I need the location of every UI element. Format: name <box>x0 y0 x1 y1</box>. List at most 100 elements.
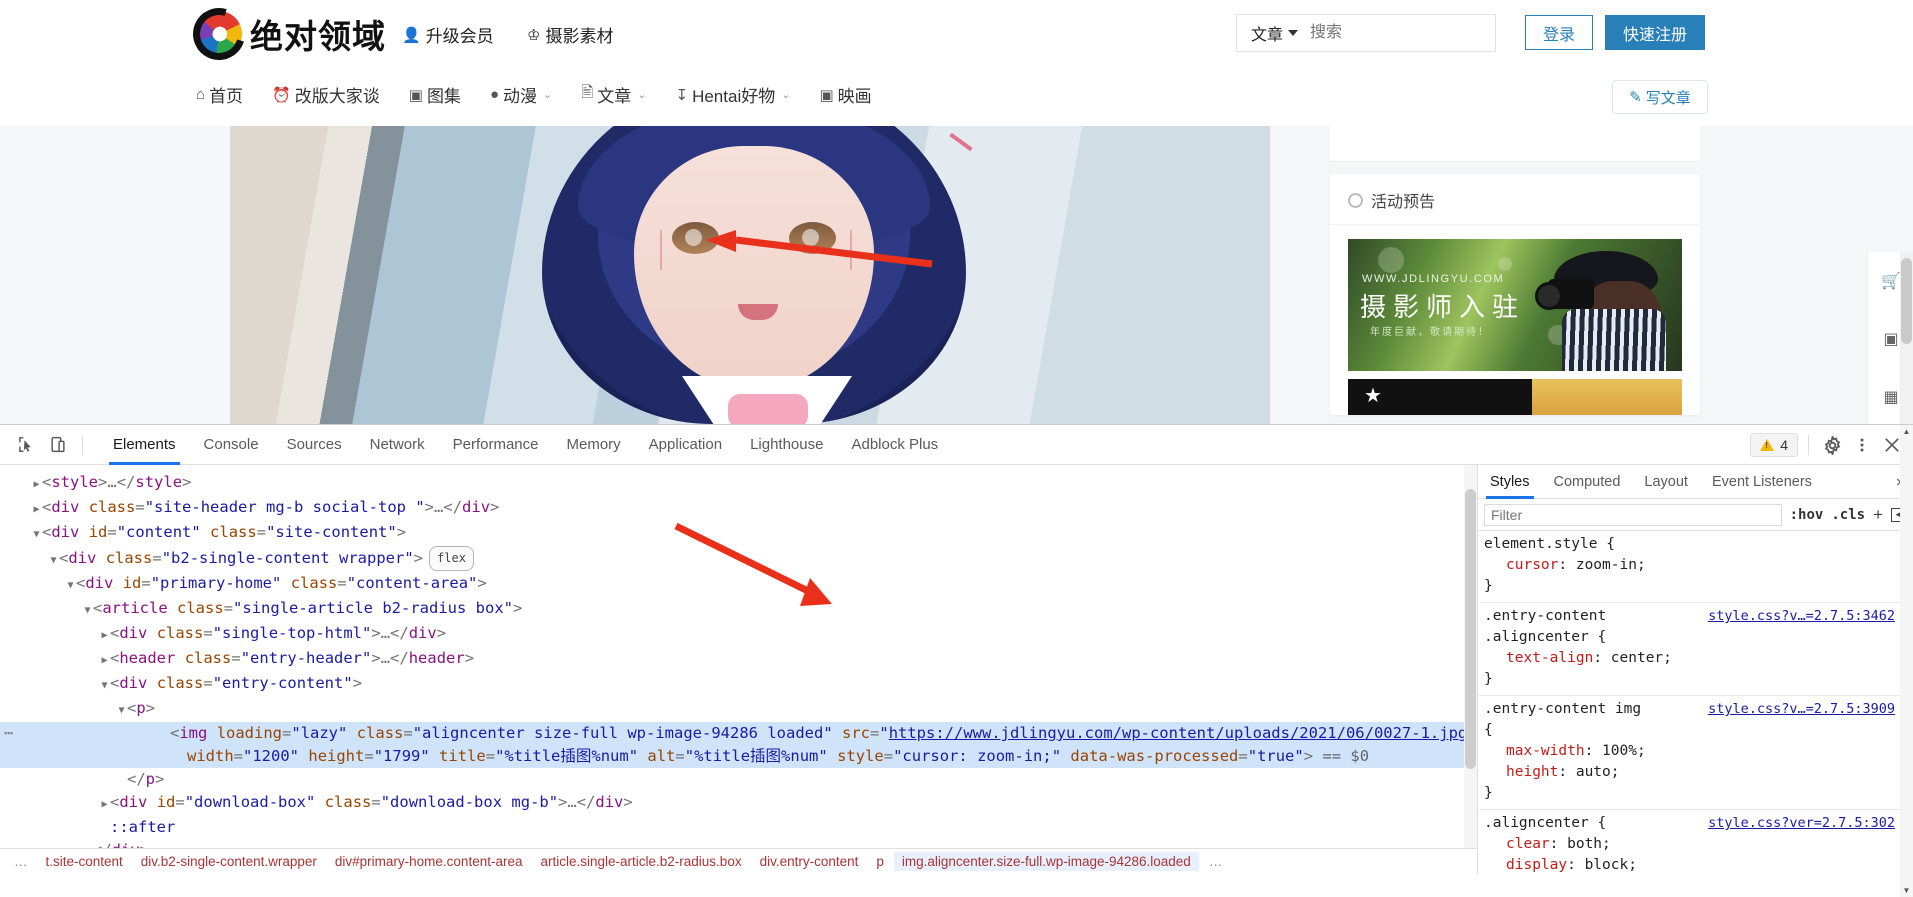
style-rule-selector[interactable]: { <box>1484 720 1913 741</box>
dom-node-row[interactable]: ▶ <div id="download-box" class="download-… <box>0 791 1477 816</box>
dom-node-row[interactable]: ::after <box>0 816 1477 839</box>
styles-scroll-up-icon[interactable]: ▲ <box>1900 425 1913 438</box>
breadcrumb-item[interactable]: div.entry-content <box>752 852 867 871</box>
style-declaration[interactable]: display: block; <box>1484 855 1913 874</box>
page-scrollbar-thumb[interactable] <box>1901 258 1912 344</box>
tab-computed[interactable]: Computed <box>1542 465 1633 499</box>
twisty-icon[interactable]: ▼ <box>82 599 93 622</box>
tab-sources[interactable]: Sources <box>273 425 356 465</box>
dom-node-row[interactable]: ▼ <div class="entry-content"> <box>0 672 1477 697</box>
style-declaration[interactable]: height: auto; <box>1484 762 1913 783</box>
twisty-icon[interactable]: ▼ <box>31 523 42 546</box>
selected-dom-node[interactable]: ⋯ <img loading="lazy" class="aligncenter … <box>0 722 1477 745</box>
breadcrumb-item[interactable]: div#primary-home.content-area <box>327 852 531 871</box>
dom-node-row[interactable]: ▶ <header class="entry-header">…</header> <box>0 647 1477 672</box>
tab-elements[interactable]: Elements <box>99 425 190 465</box>
dom-node-row[interactable]: </p> <box>0 768 1477 791</box>
styles-rules-list[interactable]: element.style {cursor: zoom-in;} .entry-c… <box>1478 531 1913 874</box>
style-declaration[interactable]: clear: both; <box>1484 834 1913 855</box>
dom-tree[interactable]: ▶ <style>…</style> ▶ <div class="site-heade… <box>0 465 1477 874</box>
toggle-hover-state-button[interactable]: :hov <box>1790 507 1824 523</box>
tab-layout[interactable]: Layout <box>1632 465 1700 499</box>
style-rule[interactable]: .aligncenter {style.css?ver=2.7.5:302 cle… <box>1478 810 1913 874</box>
device-toolbar-icon[interactable] <box>44 432 70 458</box>
dom-node-row[interactable]: ▼ <p> <box>0 697 1477 722</box>
selected-dom-node-attrs[interactable]: width="1200" height="1799" title="%title… <box>0 745 1477 768</box>
tab-application[interactable]: Application <box>635 425 736 465</box>
login-button[interactable]: 登录 <box>1525 15 1593 50</box>
inspect-element-icon[interactable] <box>12 432 38 458</box>
style-declaration[interactable]: max-width: 100%; <box>1484 741 1913 762</box>
warning-count-badge[interactable]: 4 <box>1750 433 1798 457</box>
breadcrumb-item[interactable]: div.b2-single-content.wrapper <box>133 852 325 871</box>
twisty-icon[interactable]: ▶ <box>31 498 42 521</box>
style-rule-source-link[interactable]: style.css?v…=2.7.5:3462 <box>1708 606 1895 627</box>
twisty-icon[interactable]: ▼ <box>116 699 127 722</box>
tab-memory[interactable]: Memory <box>553 425 635 465</box>
nav-item-film[interactable]: ▣ 映画 <box>819 82 871 107</box>
node-overflow-ellipsis[interactable]: ⋯ <box>4 722 13 745</box>
nav-item-home[interactable]: ⌂ 首页 <box>196 82 243 107</box>
style-declaration[interactable]: cursor: zoom-in; <box>1484 555 1913 576</box>
dom-node-row[interactable]: ▶ <div class="site-header mg-b social-top… <box>0 496 1477 521</box>
nav-item-gallery[interactable]: ▣ 图集 <box>409 82 461 107</box>
register-button[interactable]: 快速注册 <box>1605 15 1705 50</box>
tab-console[interactable]: Console <box>190 425 273 465</box>
nav-item-anime[interactable]: ● 动漫 ⌄ <box>490 82 552 107</box>
style-rule-source-link[interactable]: style.css?v…=2.7.5:3909 <box>1708 699 1895 720</box>
breadcrumb-item[interactable]: t.site-content <box>38 852 131 871</box>
breadcrumb-item[interactable]: p <box>868 852 892 871</box>
dom-node-row[interactable]: ▶ <div class="single-top-html">…</div> <box>0 622 1477 647</box>
nav-item-article[interactable]: 🖹 文章 ⌄ <box>581 82 646 107</box>
tab-adblock-plus[interactable]: Adblock Plus <box>837 425 952 465</box>
twisty-icon[interactable]: ▼ <box>99 674 110 697</box>
dom-node-row[interactable]: ▼ <article class="single-article b2-radiu… <box>0 597 1477 622</box>
nav-item-hentai-goods[interactable]: ↧ Hentai好物 ⌄ <box>676 82 791 107</box>
tab-network[interactable]: Network <box>356 425 439 465</box>
dom-node-row[interactable]: ▶ <style>…</style> <box>0 471 1477 496</box>
twisty-icon[interactable]: ▼ <box>48 549 59 572</box>
style-rule[interactable]: .entry-content img{style.css?v…=2.7.5:39… <box>1478 696 1913 810</box>
header-link-photo[interactable]: ♔ 摄影素材 <box>527 22 613 47</box>
nav-item-discussion[interactable]: ⏰ 改版大家谈 <box>272 82 380 107</box>
article-featured-image[interactable] <box>230 126 1270 424</box>
twisty-icon[interactable]: ▶ <box>99 649 110 672</box>
header-link-vip[interactable]: 👤 升级会员 <box>402 22 494 47</box>
styles-scroll-down-icon[interactable]: ▼ <box>1900 884 1913 897</box>
site-logo[interactable]: 绝对领域 <box>196 10 386 58</box>
dom-node-row[interactable]: ▼ <div id="content" class="site-content"> <box>0 521 1477 546</box>
twisty-icon[interactable]: ▶ <box>31 473 42 496</box>
tab-lighthouse[interactable]: Lighthouse <box>736 425 837 465</box>
gear-icon[interactable] <box>1819 432 1845 458</box>
ad-banner-secondary[interactable]: ★ <box>1348 379 1682 415</box>
tab-performance[interactable]: Performance <box>439 425 553 465</box>
style-declaration[interactable]: text-align: center; <box>1484 648 1913 669</box>
search-category-dropdown[interactable]: 文章 <box>1237 21 1308 45</box>
search-input[interactable] <box>1308 23 1520 43</box>
tab-event-listeners[interactable]: Event Listeners <box>1700 465 1824 499</box>
styles-scrollbar-track[interactable]: ▲ ▼ <box>1900 425 1913 897</box>
breadcrumb-item[interactable]: img.aligncenter.size-full.wp-image-94286… <box>893 852 1199 871</box>
twisty-icon[interactable]: ▶ <box>99 793 110 816</box>
kebab-menu-icon[interactable] <box>1849 432 1875 458</box>
twisty-icon[interactable]: ▼ <box>65 574 76 597</box>
dom-node-row[interactable]: ▼ <div class="b2-single-content wrapper">… <box>0 546 1477 572</box>
twisty-icon[interactable]: ▶ <box>99 624 110 647</box>
breadcrumb-item[interactable]: article.single-article.b2-radius.box <box>532 852 749 871</box>
style-rule-source-link[interactable]: style.css?ver=2.7.5:302 <box>1708 813 1895 834</box>
breadcrumb-item[interactable]: … <box>6 852 36 871</box>
search-box[interactable]: 文章 <box>1236 14 1545 52</box>
toggle-class-button[interactable]: .cls <box>1831 507 1865 523</box>
write-article-button[interactable]: ✎ 写文章 <box>1612 80 1708 114</box>
style-rule[interactable]: .entry-content .aligncenter {style.css?v…… <box>1478 603 1913 696</box>
new-style-rule-button[interactable]: + <box>1873 505 1883 525</box>
dom-scrollbar-thumb[interactable] <box>1465 489 1476 769</box>
dom-node-row[interactable]: ▼ <div id="primary-home" class="content-a… <box>0 572 1477 597</box>
style-rule-selector[interactable]: element.style { <box>1484 534 1913 555</box>
style-rule[interactable]: element.style {cursor: zoom-in;} <box>1478 531 1913 603</box>
ad-banner-photographer[interactable]: WWW.JDLINGYU.COM 摄影师入驻 年度巨献，敬请期待！ <box>1348 239 1682 371</box>
styles-filter-input[interactable] <box>1484 503 1782 526</box>
breadcrumb-item[interactable]: … <box>1201 852 1231 871</box>
style-rule-selector[interactable]: .aligncenter { <box>1484 627 1913 648</box>
tab-styles[interactable]: Styles <box>1478 465 1542 499</box>
